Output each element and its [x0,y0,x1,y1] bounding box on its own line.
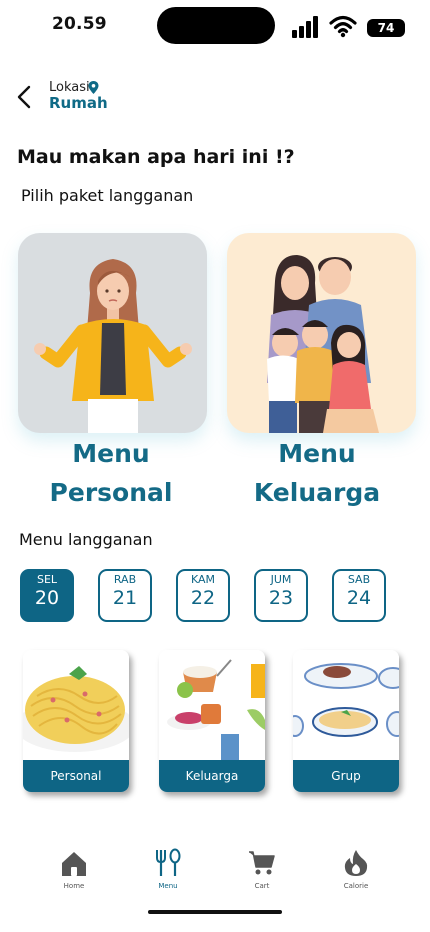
package-card-keluarga[interactable] [227,233,416,433]
menu-card-keluarga[interactable]: Keluarga [159,650,265,792]
day-number: 20 [34,587,60,609]
package-label-line2: Personal [49,478,173,507]
location-label: Lokasi [49,80,90,95]
menu-card-grup[interactable]: Grup [293,650,399,792]
package-card-personal[interactable] [18,233,207,433]
day-name: SAB [347,573,371,586]
nav-item-cart[interactable]: Cart [232,848,292,898]
nav-label: Cart [254,882,270,890]
bottom-navigation: Home Menu Cart Calorie [0,848,430,908]
day-name: SEL [36,573,58,586]
day-name: RAB [113,573,137,586]
nav-item-calorie[interactable]: Calorie [326,848,386,898]
day-number: 23 [268,587,294,609]
home-indicator [148,910,282,914]
menu-card-label: Grup [293,760,399,792]
group-food-image [293,650,399,760]
nav-label: Calorie [343,882,369,890]
day-selector-rab[interactable]: RAB 21 [98,569,152,622]
day-selector-sel[interactable]: SEL 20 [20,569,74,622]
day-number: 24 [346,587,372,609]
menu-card-personal[interactable]: Personal [23,650,129,792]
location-value[interactable]: Rumah [49,94,108,112]
fork-knife-icon [156,848,181,876]
day-selector-jum[interactable]: JUM 23 [254,569,308,622]
page-greeting: Mau makan apa hari ini !? [17,146,295,168]
wifi-icon [329,15,357,38]
day-selector-kam[interactable]: KAM 22 [176,569,230,622]
dynamic-island [157,7,275,44]
home-icon [62,852,86,876]
location-pin-icon [88,81,99,94]
package-label-keluarga[interactable]: Menu Keluarga [217,434,417,512]
spaghetti-image [23,650,129,760]
nav-label: Home [63,882,85,890]
subscription-menu-title: Menu langganan [19,530,153,549]
woman-illustration [34,259,192,433]
package-label-line1: Menu [278,439,356,468]
day-name: JUM [270,573,292,586]
battery-indicator: 74 [367,19,405,37]
location-header: Lokasi Rumah [0,80,430,116]
day-number: 21 [112,587,138,609]
day-selector-sab[interactable]: SAB 24 [332,569,386,622]
flame-icon [344,850,368,876]
package-label-line2: Keluarga [253,478,381,507]
day-number: 22 [190,587,216,609]
signal-icon [292,16,318,38]
nav-item-home[interactable]: Home [44,848,104,898]
package-prompt: Pilih paket langganan [21,186,194,205]
nav-label: Menu [158,882,178,890]
menu-card-label: Personal [23,760,129,792]
family-illustration [267,255,379,433]
battery-level: 74 [377,21,395,35]
package-label-line1: Menu [72,439,150,468]
family-food-image [159,650,265,760]
day-name: KAM [190,573,216,586]
status-time: 20.59 [52,14,107,34]
nav-item-menu[interactable]: Menu [138,848,198,898]
back-button[interactable] [14,84,36,110]
menu-card-label: Keluarga [159,760,265,792]
cart-icon [249,851,275,875]
status-bar: 20.59 74 [0,0,430,54]
package-label-personal[interactable]: Menu Personal [11,434,211,512]
